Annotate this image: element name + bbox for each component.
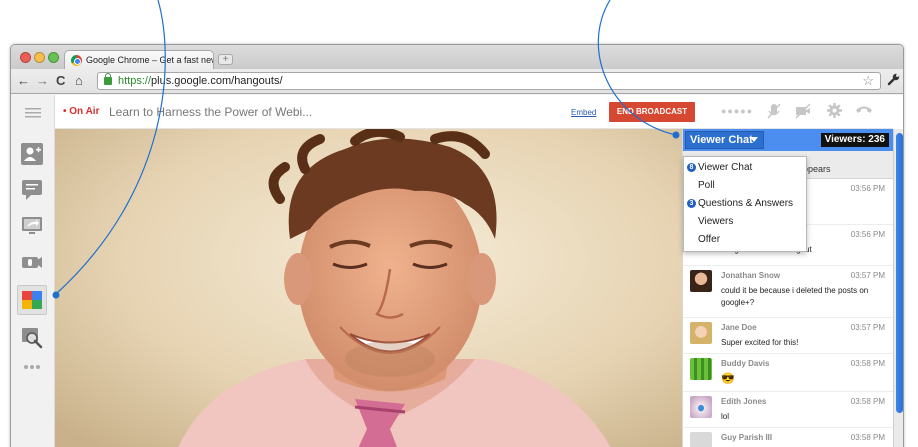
chat-mode-label: Viewer Chat xyxy=(690,134,753,146)
menu-item-label: Questions & Answers xyxy=(698,198,794,209)
google-effects-icon[interactable] xyxy=(17,285,47,315)
hangout-topbar: • On Air Learn to Harness the Power of W… xyxy=(55,95,893,129)
message-author: Jonathan Snow xyxy=(721,271,781,280)
menu-item-label: Offer xyxy=(698,234,721,245)
chat-header: Viewer Chat Viewers: 236 xyxy=(683,129,893,151)
tab-strip: Google Chrome – Get a fast new browser + xyxy=(11,45,903,69)
reload-icon[interactable]: C xyxy=(56,73,65,89)
home-icon[interactable]: ⌂ xyxy=(75,73,83,89)
avatar xyxy=(690,432,712,447)
menu-item-viewers[interactable]: Viewers xyxy=(684,213,808,231)
bookmark-star-icon[interactable]: ☆ xyxy=(862,73,874,89)
avatar xyxy=(690,322,712,344)
hangout-app: • On Air Learn to Harness the Power of W… xyxy=(11,95,903,447)
close-window-icon[interactable] xyxy=(20,52,31,63)
screenshot-stage: Google Chrome – Get a fast new browser +… xyxy=(0,0,918,447)
message-text: could it be because i deleted the posts … xyxy=(721,286,869,307)
mic-mute-icon[interactable] xyxy=(767,103,781,119)
chat-mode-selector[interactable]: Viewer Chat xyxy=(685,131,764,149)
menu-icon[interactable] xyxy=(25,107,41,119)
menu-item-label: Viewer Chat xyxy=(698,162,753,173)
message-time: 03:58 PM xyxy=(850,433,885,442)
unread-count-badge: 3 xyxy=(687,199,696,208)
message-time: 03:57 PM xyxy=(850,323,885,332)
menu-item-label: Viewers xyxy=(698,216,734,227)
message-time: 03:56 PM xyxy=(850,230,885,239)
address-bar[interactable]: https://plus.google.com/hangouts/ ☆ xyxy=(97,72,881,90)
chat-message: Jonathan Snow 03:57 PM could it be becau… xyxy=(683,266,893,318)
on-air-label: On Air xyxy=(69,106,100,117)
menu-item-offer[interactable]: Offer xyxy=(684,231,808,249)
unread-count-badge: 8 xyxy=(687,163,696,172)
message-text: Super excited for this! xyxy=(721,338,799,347)
menu-item-questions-answers[interactable]: 3 Questions & Answers xyxy=(684,195,808,213)
message-time: 03:58 PM xyxy=(850,359,885,368)
zoom-window-icon[interactable] xyxy=(48,52,59,63)
signal-dots-icon: ●●●●● xyxy=(721,106,754,116)
settings-icon[interactable] xyxy=(827,103,842,118)
video-frame xyxy=(55,129,682,447)
chrome-logo-icon xyxy=(71,55,82,66)
browser-toolbar: ← → C ⌂ https://plus.google.com/hangouts… xyxy=(11,69,903,94)
chat-message: Jane Doe 03:57 PM Super excited for this… xyxy=(683,318,893,354)
more-icon[interactable] xyxy=(21,363,43,371)
menu-item-poll[interactable]: Poll xyxy=(684,177,808,195)
chat-message: Edith Jones 03:58 PM lol xyxy=(683,392,893,428)
message-author: Edith Jones xyxy=(721,397,767,406)
url-scheme: https:// xyxy=(118,75,152,87)
chat-message: Buddy Davis 03:58 PM 😎 xyxy=(683,354,893,392)
hangout-sidebar xyxy=(11,95,55,447)
chat-message: Guy Parish III 03:58 PM xyxy=(683,428,893,447)
chat-icon[interactable] xyxy=(21,179,43,201)
end-broadcast-button[interactable]: END BROADCAST xyxy=(609,102,695,122)
main-video xyxy=(55,129,682,447)
minimize-window-icon[interactable] xyxy=(34,52,45,63)
menu-item-label: Poll xyxy=(698,180,715,191)
avatar xyxy=(690,270,712,292)
screenshare-icon[interactable] xyxy=(21,215,43,237)
chevron-down-icon xyxy=(750,137,758,142)
message-time: 03:56 PM xyxy=(850,184,885,193)
on-air-indicator: • On Air xyxy=(63,106,100,117)
message-time: 03:58 PM xyxy=(850,397,885,406)
tab-title: Google Chrome – Get a fast new browser xyxy=(86,55,213,65)
chat-scrollbar[interactable] xyxy=(893,129,903,447)
chat-mode-menu: 8 Viewer Chat Poll 3 Questions & Answers… xyxy=(683,156,807,252)
hang-up-icon[interactable] xyxy=(855,103,873,117)
embed-link[interactable]: Embed xyxy=(571,108,596,117)
broadcast-title: Learn to Harness the Power of Webi... xyxy=(109,105,313,119)
message-author: Jane Doe xyxy=(721,323,757,332)
browser-tab[interactable]: Google Chrome – Get a fast new browser xyxy=(64,50,214,69)
message-author: Buddy Davis xyxy=(721,359,770,368)
message-text: lol xyxy=(721,412,730,421)
avatar xyxy=(690,396,712,418)
menu-item-viewer-chat[interactable]: 8 Viewer Chat xyxy=(684,159,808,177)
chat-scrollbar-thumb[interactable] xyxy=(896,133,903,413)
camera-off-icon[interactable] xyxy=(21,251,43,273)
message-author: Guy Parish III xyxy=(721,433,773,442)
back-icon[interactable]: ← xyxy=(17,73,30,89)
add-person-icon[interactable] xyxy=(21,143,43,165)
viewer-count-badge: Viewers: 236 xyxy=(820,133,889,147)
message-text: 😎 xyxy=(721,373,735,385)
new-tab-button[interactable]: + xyxy=(218,54,233,65)
url-text: plus.google.com/hangouts/ xyxy=(151,75,283,87)
zoom-photo-icon[interactable] xyxy=(21,327,43,349)
camera-mute-icon[interactable] xyxy=(795,103,811,119)
message-time: 03:57 PM xyxy=(850,271,885,280)
forward-icon[interactable]: → xyxy=(36,73,49,89)
lock-icon xyxy=(104,73,112,85)
wrench-menu-icon[interactable] xyxy=(887,73,900,86)
avatar xyxy=(690,358,712,380)
